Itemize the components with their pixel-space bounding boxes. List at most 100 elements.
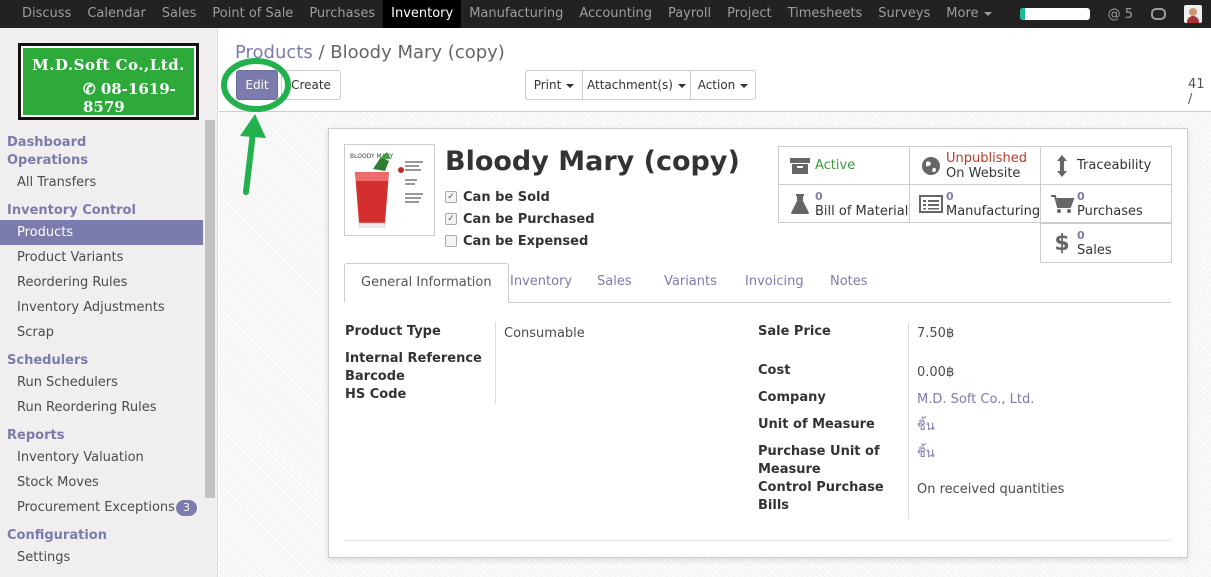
sale-price-value[interactable]: 7.50฿ <box>917 325 954 343</box>
sidebar-item-products[interactable]: Products <box>0 220 203 245</box>
can-be-sold-checkbox[interactable]: ✓ Can be Sold <box>445 189 550 205</box>
sidebar-item-procurement-exceptions[interactable]: Procurement Exceptions 3 <box>0 495 203 520</box>
phone-icon: ✆ <box>83 80 96 98</box>
tab-sales[interactable]: Sales <box>581 263 648 303</box>
menu-point-of-sale[interactable]: Point of Sale <box>204 0 301 28</box>
traceability-button[interactable]: Traceability <box>1040 146 1172 185</box>
tab-invoicing[interactable]: Invoicing <box>729 263 820 303</box>
menu-sales[interactable]: Sales <box>154 0 205 28</box>
company-logo: M.D.Soft Co.,Ltd. ✆ 08-1619-8579 <box>18 43 199 120</box>
sidebar-item-run-reordering-rules[interactable]: Run Reordering Rules <box>0 395 203 420</box>
activity-progress[interactable] <box>1019 8 1090 20</box>
sidebar-section-schedulers[interactable]: Schedulers <box>0 352 217 370</box>
active-toggle-button[interactable]: Active <box>778 146 910 185</box>
sidebar-item-product-variants[interactable]: Product Variants <box>0 245 203 270</box>
sidebar-section-reports[interactable]: Reports <box>0 427 217 445</box>
mentions-button[interactable]: @ 5 <box>1108 7 1133 22</box>
menu-manufacturing[interactable]: Manufacturing <box>461 0 571 28</box>
breadcrumb: Products / Bloody Mary (copy) <box>235 42 505 63</box>
shopping-cart-icon <box>1047 194 1077 214</box>
menu-more[interactable]: More <box>938 0 999 28</box>
tab-notes[interactable]: Notes <box>814 263 884 303</box>
sales-count: 0 <box>1077 229 1085 242</box>
company-label: Company <box>758 390 826 405</box>
checkbox-icon[interactable] <box>445 235 457 247</box>
sidebar-scroll-thumb[interactable] <box>205 120 215 498</box>
website-publish-button[interactable]: Unpublished On Website <box>909 146 1041 185</box>
list-alt-icon <box>916 194 946 213</box>
form-notebook: General Information Inventory Sales Vari… <box>344 263 1171 303</box>
menu-payroll[interactable]: Payroll <box>660 0 719 28</box>
can-be-expensed-checkbox[interactable]: Can be Expensed <box>445 233 588 249</box>
chat-icon[interactable] <box>1151 8 1166 20</box>
sidebar-section-operations[interactable]: Operations <box>0 152 217 170</box>
menu-discuss[interactable]: Discuss <box>14 0 79 28</box>
sidebar: M.D.Soft Co.,Ltd. ✆ 08-1619-8579 Dashboa… <box>0 28 218 577</box>
arrow-annotation-icon <box>240 114 266 195</box>
sidebar-item-label: Run Schedulers <box>17 375 118 390</box>
chevron-down-icon <box>983 11 992 16</box>
bom-button[interactable]: 0 Bill of Materials <box>778 184 910 223</box>
purchases-button[interactable]: 0 Purchases <box>1040 184 1172 223</box>
pager[interactable]: 41 / <box>1188 77 1211 107</box>
sidebar-item-settings[interactable]: Settings <box>0 545 203 570</box>
sidebar-item-label: Stock Moves <box>17 475 99 490</box>
sidebar-section-configuration[interactable]: Configuration <box>0 527 217 545</box>
manufacturing-button[interactable]: 0 Manufacturing <box>909 184 1041 223</box>
cost-value[interactable]: 0.00฿ <box>917 364 954 382</box>
sidebar-item-all-transfers[interactable]: All Transfers <box>0 170 203 195</box>
sidebar-item-inventory-adjustments[interactable]: Inventory Adjustments <box>0 295 203 320</box>
sidebar-item-stock-moves[interactable]: Stock Moves <box>0 470 203 495</box>
product-name: Bloody Mary (copy) <box>445 146 740 177</box>
action-dropdown[interactable]: Action <box>690 70 756 100</box>
progress-fill <box>1019 8 1026 20</box>
count-badge: 3 <box>176 500 197 516</box>
menu-inventory[interactable]: Inventory <box>383 0 462 28</box>
sidebar-item-reordering-rules[interactable]: Reordering Rules <box>0 270 203 295</box>
sidebar-section-dashboard[interactable]: Dashboard <box>0 134 217 152</box>
attachments-dropdown[interactable]: Attachment(s) <box>582 70 691 100</box>
sidebar-section-inventory-control[interactable]: Inventory Control <box>0 202 217 220</box>
sidebar-item-label: Procurement Exceptions <box>17 500 175 515</box>
tab-variants[interactable]: Variants <box>648 263 733 303</box>
print-dropdown[interactable]: Print <box>525 70 583 100</box>
purchase-uom-label: Purchase Unit of Measure <box>758 444 880 477</box>
sidebar-item-label: Settings <box>17 550 71 565</box>
control-purchase-bills-value[interactable]: On received quantities <box>917 481 1064 499</box>
menu-calendar[interactable]: Calendar <box>79 0 153 28</box>
can-be-sold-label: Can be Sold <box>463 189 550 205</box>
systray: @ 5 <box>1019 0 1211 28</box>
logo-company-name: M.D.Soft Co.,Ltd. <box>32 56 185 74</box>
menu-project[interactable]: Project <box>719 0 779 28</box>
company-link[interactable]: M.D. Soft Co., Ltd. <box>917 391 1034 409</box>
chevron-down-icon <box>677 83 686 88</box>
checkbox-icon[interactable]: ✓ <box>445 213 457 225</box>
menu-surveys[interactable]: Surveys <box>870 0 938 28</box>
tab-inventory[interactable]: Inventory <box>494 263 588 303</box>
can-be-purchased-checkbox[interactable]: ✓ Can be Purchased <box>445 211 595 227</box>
menu-accounting[interactable]: Accounting <box>571 0 660 28</box>
sidebar-item-scrap[interactable]: Scrap <box>0 320 203 345</box>
tab-general-information[interactable]: General Information <box>344 263 509 303</box>
attachments-label: Attachment(s) <box>587 78 673 92</box>
at-icon: @ <box>1107 6 1121 22</box>
avatar[interactable] <box>1184 5 1202 23</box>
create-button[interactable]: Create <box>281 70 341 100</box>
breadcrumb-products[interactable]: Products <box>235 42 313 63</box>
hs-code-label: HS Code <box>345 387 407 402</box>
sidebar-item-label: Reordering Rules <box>17 275 128 290</box>
uom-link[interactable]: ชิ้น <box>917 418 935 436</box>
product-image[interactable]: BLOODY MARY <box>344 144 435 236</box>
checkbox-icon[interactable]: ✓ <box>445 191 457 203</box>
can-be-purchased-label: Can be Purchased <box>463 211 595 227</box>
purchase-uom-link[interactable]: ชิ้น <box>917 445 935 463</box>
sidebar-item-inventory-valuation[interactable]: Inventory Valuation <box>0 445 203 470</box>
product-type-value[interactable]: Consumable <box>504 325 585 343</box>
edit-button[interactable]: Edit <box>236 70 278 100</box>
sales-button[interactable]: $ 0 Sales <box>1040 223 1172 263</box>
menu-timesheets[interactable]: Timesheets <box>780 0 871 28</box>
sidebar-item-run-schedulers[interactable]: Run Schedulers <box>0 370 203 395</box>
bloody-mary-image-icon: BLOODY MARY <box>350 152 423 228</box>
field-divider <box>908 322 909 519</box>
menu-purchases[interactable]: Purchases <box>301 0 383 28</box>
